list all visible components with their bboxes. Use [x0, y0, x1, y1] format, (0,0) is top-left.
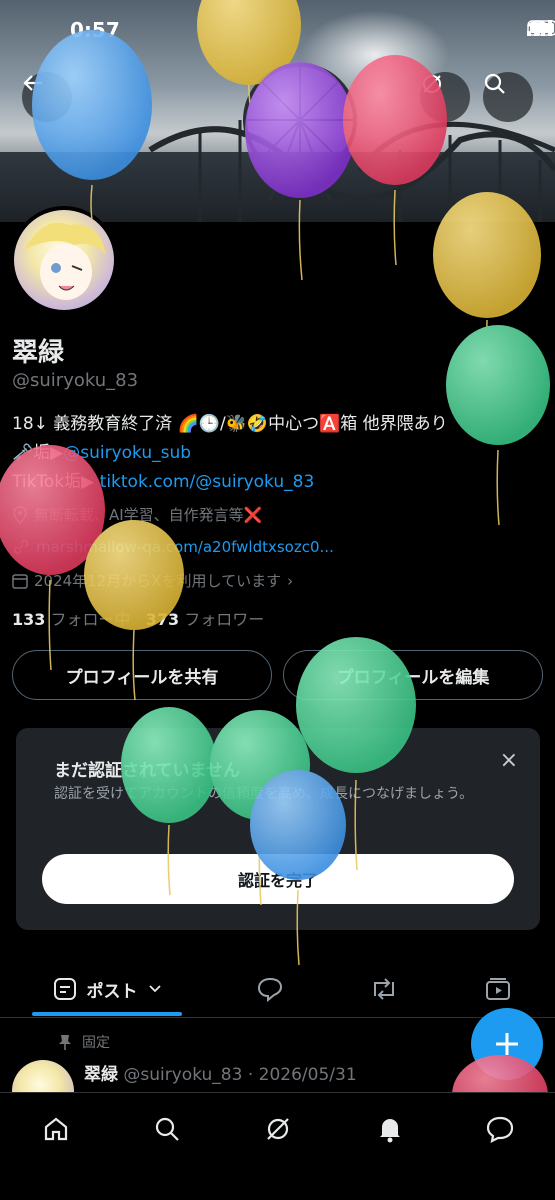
nav-home[interactable]: [36, 1109, 76, 1149]
grok-icon: [267, 1118, 289, 1140]
search-icon: [155, 1117, 179, 1141]
chevron-right-icon: ›: [287, 571, 294, 590]
bio-line-1: 18↓ 義務教育終了済 🌈🕒/🐝🤣中心つ🅰️箱 他界隈あり: [12, 414, 448, 434]
followers-count: 373: [145, 610, 180, 629]
header-banner: 0:57: [0, 0, 555, 222]
followers-label: フォロワー: [184, 610, 265, 629]
profile-name: 翠緑: [12, 338, 65, 368]
followers-stat[interactable]: 373 フォロワー: [146, 610, 265, 629]
profile-avatar[interactable]: [10, 206, 118, 314]
link-icon: [13, 539, 29, 555]
tiktok-link[interactable]: tiktok.com/@suiryoku_83: [100, 472, 315, 492]
repost-icon: [374, 978, 394, 1000]
website-row: marshmallow-qa.com/a20fwldtxsozc0...: [12, 538, 334, 556]
media-icon: [486, 978, 510, 1000]
sub-account-link[interactable]: @suiryoku_sub: [63, 443, 191, 463]
status-time: 0:57: [70, 18, 120, 42]
following-label: フォロー中: [50, 610, 131, 629]
avatar-illustration: [24, 222, 106, 300]
post-header: 翠緑 @suiryoku_83 · 2026/05/31: [84, 1060, 357, 1085]
tab-reposts[interactable]: [362, 962, 406, 1016]
bio-line-3: TikTok垢▶ tiktok.com/@suiryoku_83: [12, 468, 547, 497]
profile-handle: @suiryoku_83: [12, 370, 139, 391]
tab-posts[interactable]: ポスト: [32, 962, 182, 1016]
search-icon: [484, 73, 505, 94]
nav-grok[interactable]: [258, 1109, 298, 1149]
bell-icon: [380, 1119, 400, 1143]
bio-sub-prefix: 🗝️垢▶: [12, 443, 64, 463]
following-stat[interactable]: 133 フォロー中: [12, 610, 131, 629]
edit-profile-button[interactable]: プロフィールを編集: [283, 650, 543, 700]
location-pin-icon: [13, 505, 27, 524]
battery-icon: [527, 20, 555, 36]
grok-icon: [423, 75, 441, 93]
nav-search[interactable]: [147, 1109, 187, 1149]
nav-messages[interactable]: [480, 1109, 520, 1149]
location-row: 無断転載、AI学習、自作発言等❌: [12, 504, 262, 525]
share-profile-button[interactable]: プロフィールを共有: [12, 650, 272, 700]
tab-posts-label: ポスト: [86, 981, 138, 1002]
messages-icon: [486, 1116, 514, 1143]
follow-stats: 133 フォロー中 373 フォロワー: [12, 606, 264, 630]
close-icon[interactable]: ×: [500, 748, 518, 773]
active-tab-indicator: [32, 1012, 182, 1016]
tab-replies[interactable]: [248, 962, 292, 1016]
verification-card: まだ認証されていません 認証を受けてアカウントの信頼度を高め、成長につなげましょ…: [16, 728, 540, 930]
back-button[interactable]: [22, 72, 72, 122]
bottom-navigation: [0, 1092, 555, 1200]
posts-icon: [53, 978, 76, 1000]
pinned-indicator: 固定: [58, 1032, 110, 1052]
plus-icon: [496, 1033, 518, 1055]
pin-icon: [59, 1035, 71, 1050]
complete-verification-button[interactable]: 認証を完了: [42, 854, 514, 904]
verify-title: まだ認証されていません: [54, 761, 240, 781]
joined-text: 2024年12月からXを利用しています: [34, 572, 282, 590]
nav-notifications[interactable]: [370, 1109, 410, 1149]
grok-button[interactable]: [420, 72, 470, 122]
compose-post-button[interactable]: [471, 1008, 543, 1080]
joined-row[interactable]: 2024年12月からXを利用しています ›: [12, 570, 293, 591]
home-icon: [44, 1117, 68, 1141]
post-author-name[interactable]: 翠緑: [84, 1065, 118, 1085]
following-count: 133: [12, 610, 46, 629]
chevron-down-icon: [148, 985, 161, 993]
location-text: 無断転載、AI学習、自作発言等❌: [34, 506, 263, 524]
bio-tiktok-prefix: TikTok垢▶: [12, 472, 95, 492]
back-arrow-icon: [23, 75, 42, 91]
reply-bubble-icon: [257, 977, 283, 1002]
profile-tabs: ポスト: [0, 962, 555, 1018]
calendar-icon: [12, 573, 28, 589]
avatar-image: [14, 210, 114, 310]
post-meta: @suiryoku_83 · 2026/05/31: [123, 1065, 357, 1085]
bio-line-2: 🗝️垢▶@suiryoku_sub: [12, 439, 547, 468]
search-button[interactable]: [483, 72, 533, 122]
pinned-label: 固定: [82, 1035, 110, 1051]
profile-bio: 18↓ 義務教育終了済 🌈🕒/🐝🤣中心つ🅰️箱 他界隈あり 🗝️垢▶@suiry…: [12, 410, 547, 497]
verify-text: 認証を受けてアカウントの信頼度を高め、成長につなげましょう。: [54, 786, 474, 802]
website-link[interactable]: marshmallow-qa.com/a20fwldtxsozc0...: [36, 538, 334, 556]
